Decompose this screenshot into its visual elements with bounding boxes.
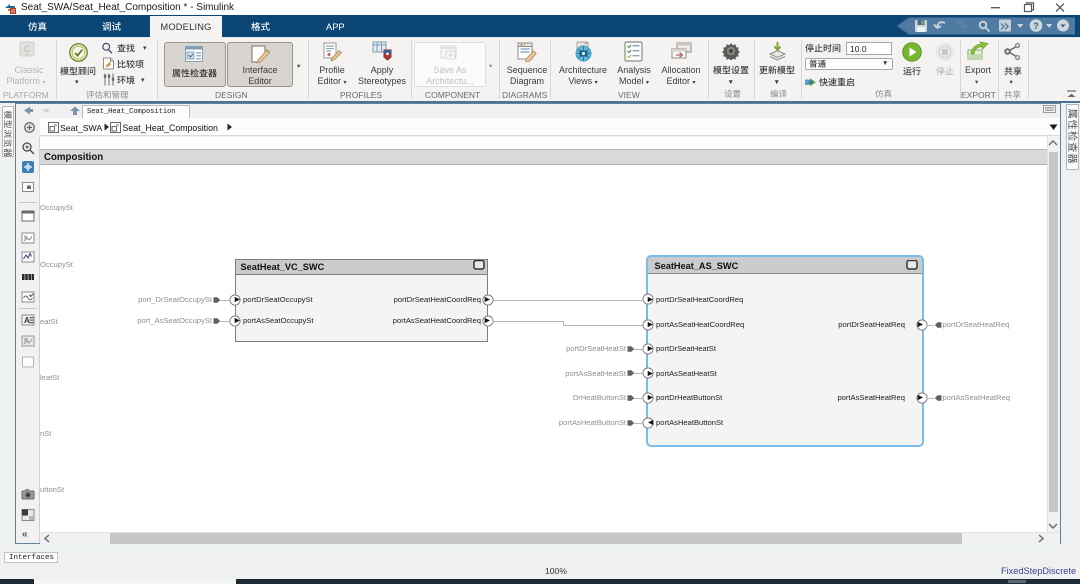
svg-text:C: C [24,44,31,54]
svg-text:A: A [24,316,30,325]
svg-text:?: ? [1033,21,1039,31]
